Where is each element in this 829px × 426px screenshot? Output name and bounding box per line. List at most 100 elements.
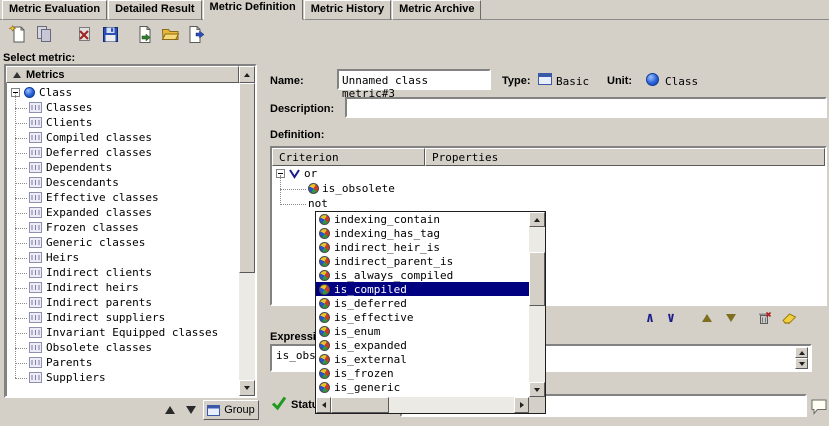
tree-item[interactable]: Invariant Equipped classes bbox=[7, 325, 239, 340]
tree-connector bbox=[15, 175, 27, 184]
dropdown-scroll-up-button[interactable] bbox=[529, 212, 545, 227]
tree-item[interactable]: Indirect parents bbox=[7, 295, 239, 310]
class-unit-icon bbox=[646, 73, 659, 86]
dropdown-item[interactable]: is_enum bbox=[316, 324, 529, 338]
tree-root-item[interactable]: Class bbox=[7, 85, 239, 100]
tree-item[interactable]: Indirect clients bbox=[7, 265, 239, 280]
dropdown-item[interactable]: is_external bbox=[316, 352, 529, 366]
dropdown-item[interactable]: is_expanded bbox=[316, 338, 529, 352]
tree-root-label: Class bbox=[39, 86, 72, 99]
dropdown-item[interactable]: is_effective bbox=[316, 310, 529, 324]
tree-connector bbox=[15, 205, 27, 214]
definition-table-header: Criterion Properties bbox=[272, 148, 825, 166]
dropdown-item-label: indirect_heir_is bbox=[334, 241, 440, 254]
tab[interactable]: Metric Evaluation bbox=[2, 0, 107, 20]
tree-item[interactable]: Classes bbox=[7, 100, 239, 115]
tree-scroll-down-button[interactable] bbox=[239, 380, 255, 396]
tree-connector bbox=[15, 145, 27, 154]
tree-item[interactable]: Indirect heirs bbox=[7, 280, 239, 295]
dropdown-item[interactable]: is_compiled bbox=[316, 282, 529, 296]
dropdown-horizontal-scrollbar[interactable] bbox=[316, 397, 529, 413]
tab[interactable]: Metric Archive bbox=[392, 0, 481, 20]
criterion-column-header[interactable]: Criterion bbox=[272, 148, 425, 166]
dropdown-item[interactable]: is_deferred bbox=[316, 296, 529, 310]
tree-item-label: Generic classes bbox=[46, 236, 145, 249]
criterion-row-or[interactable]: or bbox=[272, 166, 825, 181]
description-input[interactable] bbox=[345, 97, 827, 118]
move-metric-down-button[interactable] bbox=[181, 401, 201, 419]
dropdown-scroll-left-button[interactable] bbox=[316, 397, 331, 413]
tree-scroll-up-button[interactable] bbox=[239, 66, 255, 83]
tree-item[interactable]: Indirect suppliers bbox=[7, 310, 239, 325]
tab[interactable]: Detailed Result bbox=[108, 0, 201, 20]
dropdown-scrollbar-thumb[interactable] bbox=[529, 252, 545, 306]
tree-item[interactable]: Deferred classes bbox=[7, 145, 239, 160]
dropdown-scroll-down-button[interactable] bbox=[529, 382, 545, 397]
criterion-ball-icon bbox=[319, 214, 330, 225]
criterion-row[interactable]: not bbox=[272, 196, 825, 211]
dropdown-scroll-right-button[interactable] bbox=[514, 397, 529, 413]
delete-metric-button[interactable] bbox=[72, 22, 96, 46]
move-criterion-up-button[interactable] bbox=[697, 309, 717, 327]
name-input[interactable]: Unnamed class metric#3 bbox=[337, 69, 491, 90]
tree-item[interactable]: Obsolete classes bbox=[7, 340, 239, 355]
tab-bar: Metric EvaluationDetailed ResultMetric D… bbox=[0, 0, 829, 20]
metric-icon bbox=[29, 357, 42, 368]
tree-item-label: Compiled classes bbox=[46, 131, 152, 144]
tab[interactable]: Metric History bbox=[304, 0, 391, 20]
properties-column-header[interactable]: Properties bbox=[425, 148, 825, 166]
copy-metric-button[interactable] bbox=[32, 22, 56, 46]
tab[interactable]: Metric Definition bbox=[203, 0, 303, 20]
tree-item[interactable]: Effective classes bbox=[7, 190, 239, 205]
dropdown-item[interactable]: is_generic bbox=[316, 380, 529, 394]
tree-scrollbar[interactable] bbox=[239, 83, 255, 396]
tree-item[interactable]: Suppliers bbox=[7, 370, 239, 385]
tree-item-label: Classes bbox=[46, 101, 92, 114]
tree-item[interactable]: Clients bbox=[7, 115, 239, 130]
group-button[interactable]: Group bbox=[203, 400, 259, 420]
new-metric-button[interactable] bbox=[6, 22, 30, 46]
dropdown-item[interactable]: indirect_parent_is bbox=[316, 254, 529, 268]
expression-scroll-up-button[interactable] bbox=[795, 347, 808, 358]
and-criterion-button[interactable]: ∧ bbox=[640, 309, 660, 327]
tree-item[interactable]: Descendants bbox=[7, 175, 239, 190]
import-metric-button[interactable] bbox=[132, 22, 156, 46]
dropdown-item[interactable]: is_always_compiled bbox=[316, 268, 529, 282]
dropdown-item[interactable]: indirect_heir_is bbox=[316, 240, 529, 254]
tree-connector bbox=[15, 220, 27, 229]
comment-icon[interactable] bbox=[810, 397, 828, 415]
erase-definition-button[interactable] bbox=[779, 309, 799, 327]
tree-connector bbox=[15, 130, 27, 139]
class-unit-icon bbox=[24, 87, 35, 98]
delete-criterion-button[interactable] bbox=[754, 309, 774, 327]
dropdown-item-label: is_enum bbox=[334, 325, 380, 338]
dropdown-item[interactable]: indexing_contain bbox=[316, 212, 529, 226]
metric-icon bbox=[29, 162, 42, 173]
tree-connector bbox=[15, 265, 27, 274]
dropdown-item[interactable]: indexing_has_tag bbox=[316, 226, 529, 240]
open-archive-button[interactable] bbox=[158, 22, 182, 46]
dropdown-hscrollbar-thumb[interactable] bbox=[331, 397, 389, 413]
expression-scroll-down-button[interactable] bbox=[795, 358, 808, 369]
criterion-row[interactable]: is_obsolete bbox=[272, 181, 825, 196]
or-criterion-button[interactable]: ∨ bbox=[661, 309, 681, 327]
move-criterion-down-button[interactable] bbox=[721, 309, 741, 327]
save-metric-button[interactable] bbox=[98, 22, 122, 46]
tree-item[interactable]: Generic classes bbox=[7, 235, 239, 250]
metrics-sort-header[interactable]: Metrics bbox=[6, 66, 239, 83]
dropdown-item[interactable]: is_frozen bbox=[316, 366, 529, 380]
tree-item[interactable]: Dependents bbox=[7, 160, 239, 175]
tree-item[interactable]: Parents bbox=[7, 355, 239, 370]
tree-item-label: Indirect suppliers bbox=[46, 311, 165, 324]
tree-item[interactable]: Frozen classes bbox=[7, 220, 239, 235]
tree-item[interactable]: Expanded classes bbox=[7, 205, 239, 220]
tree-item[interactable]: Compiled classes bbox=[7, 130, 239, 145]
tree-scrollbar-thumb[interactable] bbox=[239, 83, 255, 273]
scroll-up-icon bbox=[799, 351, 805, 355]
dropdown-vertical-scrollbar[interactable] bbox=[529, 212, 545, 397]
name-label: Name: bbox=[270, 75, 304, 87]
export-metric-button[interactable] bbox=[184, 22, 208, 46]
tree-item[interactable]: Heirs bbox=[7, 250, 239, 265]
move-metric-up-button[interactable] bbox=[160, 401, 180, 419]
tree-connector bbox=[15, 295, 27, 304]
